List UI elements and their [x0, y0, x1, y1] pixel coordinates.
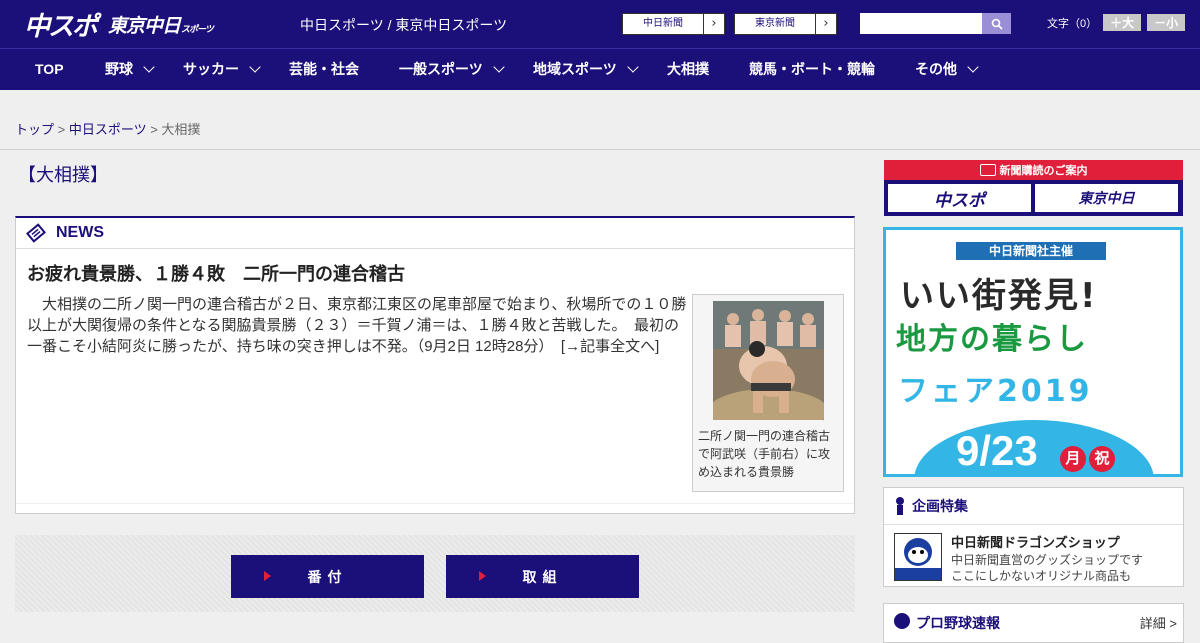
main-nav: TOP 野球 サッカー 芸能・社会 一般スポーツ 地域スポーツ 大相撲 競馬・ボ… — [0, 48, 1200, 90]
torikumi-button[interactable]: 取組 — [446, 555, 639, 598]
page-title: 【大相撲】 — [18, 165, 108, 185]
font-size-label: 文字（0） — [1047, 17, 1098, 30]
chevron-down-icon — [249, 61, 261, 73]
ad-banner-local-fair[interactable]: 中日新聞社主催 いい街発見! 地方の暮らし フェア2019 9/23 月 祝 — [883, 227, 1183, 477]
chevron-down-icon — [967, 61, 979, 73]
subscription-header: 新聞購読のご案内 — [884, 160, 1183, 180]
chevron-right-icon: › — [711, 16, 717, 31]
search-input[interactable] — [860, 13, 982, 34]
triangle-right-icon — [264, 571, 271, 581]
chevron-right-icon: › — [823, 16, 829, 31]
nav-item-local-sports[interactable]: 地域スポーツ — [533, 49, 639, 90]
font-bigger-button[interactable]: ＋大 — [1103, 14, 1142, 31]
chunichi-shimbun-label: 中日新聞 — [623, 14, 704, 34]
search-icon — [991, 18, 1003, 30]
ad-date: 9/23 — [956, 427, 1038, 474]
mascot-icon — [895, 538, 941, 580]
chevron-down-icon — [627, 61, 639, 73]
site-logo[interactable]: 中スポ 東京中日スポーツ — [24, 8, 214, 42]
nav-item-top[interactable]: TOP — [35, 49, 64, 90]
bookmark-icon — [896, 497, 904, 515]
ad-day-holiday: 祝 — [1089, 446, 1115, 472]
banzuke-button[interactable]: 番付 — [231, 555, 424, 598]
pro-baseball-more-link[interactable]: 詳細 > — [1140, 613, 1177, 632]
pro-baseball-title: プロ野球速報 — [916, 615, 1000, 631]
dragons-shop-thumbnail[interactable] — [894, 533, 942, 581]
logo-tokyo-chunichi: 東京中日スポーツ — [108, 14, 214, 37]
subscribe-chuspo-button[interactable]: 中スポ — [888, 184, 1031, 212]
ad-host: 中日新聞社主催 — [956, 242, 1106, 260]
sumo-buttons-area: 番付 取組 — [15, 535, 855, 612]
feature-title: 企画特集 — [912, 498, 968, 514]
breadcrumb-section[interactable]: 中日スポーツ — [69, 122, 147, 137]
triangle-right-icon — [479, 571, 486, 581]
nav-item-general-sports[interactable]: 一般スポーツ — [399, 49, 505, 90]
nav-item-baseball[interactable]: 野球 — [105, 49, 155, 90]
ad-line-1: いい街発見! — [900, 276, 1098, 316]
site-search — [860, 13, 1011, 34]
nav-item-entertainment[interactable]: 芸能・社会 — [289, 49, 359, 90]
ad-line-2: 地方の暮らし — [896, 322, 1088, 357]
news-header: NEWS — [16, 218, 854, 249]
tokyo-shimbun-link[interactable]: 東京新聞 › — [734, 13, 837, 35]
feature-item-desc: 中日新聞直営のグッズショップです ここにしかないオリジナル商品も — [951, 553, 1144, 583]
ad-day-monday: 月 — [1060, 446, 1086, 472]
nav-item-sumo[interactable]: 大相撲 — [667, 49, 709, 90]
photo-caption: 二所ノ関一門の連合稽古で阿武咲（手前右）に攻め込まれる貴景勝 — [698, 429, 831, 479]
breadcrumb: トップ > 中日スポーツ > 大相撲 — [0, 112, 1200, 150]
pro-baseball-box: プロ野球速報 詳細 > — [883, 603, 1184, 643]
feature-box: 企画特集 中日新聞ドラゴンズショップ 中日新聞直営のグッズショップです ここにし… — [883, 487, 1184, 587]
subscription-box: 新聞購読のご案内 中スポ 東京中日 — [884, 160, 1183, 216]
search-button[interactable] — [982, 13, 1011, 34]
newspaper-icon — [979, 164, 996, 176]
news-box: NEWS お疲れ貴景勝、１勝４敗 二所一門の連合稽古 大相撲の二所ノ関一門の連合… — [15, 216, 855, 514]
site-header: 中スポ 東京中日スポーツ 中日スポーツ / 東京中日スポーツ 中日新聞 › 東京… — [0, 0, 1200, 48]
tokyo-shimbun-label: 東京新聞 — [735, 14, 816, 34]
chunichi-shimbun-link[interactable]: 中日新聞 › — [622, 13, 725, 35]
news-headline[interactable]: お疲れ貴景勝、１勝４敗 二所一門の連合稽古 — [27, 260, 405, 286]
sumo-photo[interactable] — [713, 301, 824, 420]
font-size-control: 文字（0） ＋大 －小 — [1047, 14, 1186, 31]
news-body[interactable]: 大相撲の二所ノ関一門の連合稽古が２日、東京都江東区の尾車部屋で始まり、秋場所での… — [27, 294, 687, 357]
font-smaller-button[interactable]: －小 — [1147, 14, 1186, 31]
nav-item-racing[interactable]: 競馬・ボート・競輪 — [749, 49, 875, 90]
breadcrumb-current: 大相撲 — [161, 122, 201, 137]
nav-item-other[interactable]: その他 — [915, 49, 979, 90]
breadcrumb-home[interactable]: トップ — [15, 122, 54, 137]
sub-bar — [0, 90, 1200, 113]
news-photo-box: 二所ノ関一門の連合稽古で阿武咲（手前右）に攻め込まれる貴景勝 — [692, 294, 844, 492]
newspaper-icon — [26, 223, 46, 243]
ad-line-3: フェア2019 — [898, 374, 1093, 409]
baseball-icon — [894, 613, 910, 629]
logo-chuspo: 中スポ — [24, 11, 98, 42]
news-footer-line — [16, 503, 854, 504]
nav-item-soccer[interactable]: サッカー — [183, 49, 261, 90]
news-label: NEWS — [56, 224, 104, 241]
subscribe-tokyo-chunichi-button[interactable]: 東京中日 — [1035, 184, 1178, 212]
site-title[interactable]: 中日スポーツ / 東京中日スポーツ — [300, 15, 507, 35]
feature-header: 企画特集 — [884, 488, 1183, 525]
chevron-down-icon — [143, 61, 155, 73]
chevron-down-icon — [493, 61, 505, 73]
feature-item-title[interactable]: 中日新聞ドラゴンズショップ — [951, 532, 1120, 551]
